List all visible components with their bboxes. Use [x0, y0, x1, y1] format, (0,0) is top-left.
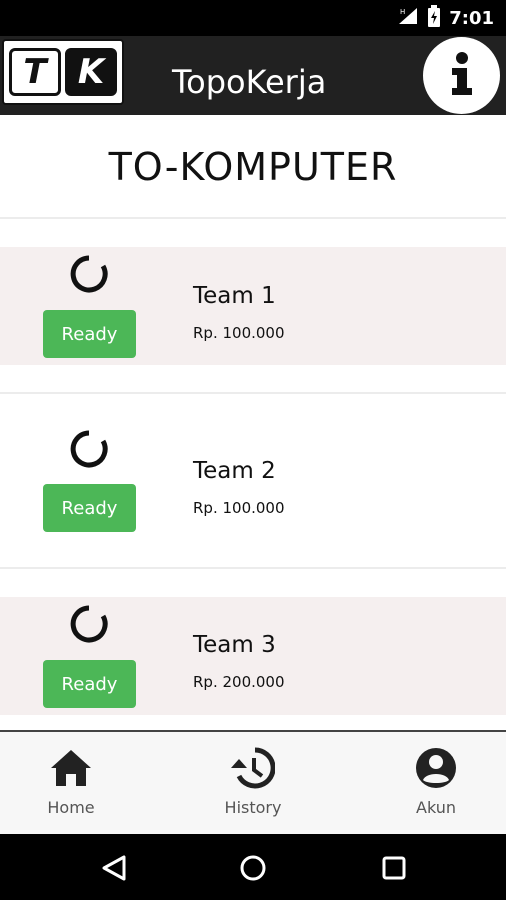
- recents-icon[interactable]: [378, 852, 410, 884]
- bottom-navigation: Home History Akun: [0, 730, 506, 834]
- status-time: 7:01: [449, 7, 494, 29]
- team-name: Team 1: [193, 283, 276, 309]
- home-circle-icon[interactable]: [237, 852, 269, 884]
- history-icon: [231, 746, 275, 790]
- divider: [0, 392, 506, 394]
- team-name: Team 3: [193, 632, 276, 658]
- nav-item-history[interactable]: History: [183, 732, 323, 834]
- loading-spinner-icon: [70, 605, 108, 643]
- nav-item-home[interactable]: Home: [1, 732, 141, 834]
- app-bar: T K TopoKerja: [0, 36, 506, 115]
- svg-text:H: H: [400, 8, 405, 16]
- ready-button[interactable]: Ready: [43, 660, 136, 708]
- nav-label: History: [224, 798, 282, 817]
- team-card-2[interactable]: Ready Team 2 Rp. 100.000: [0, 422, 506, 540]
- info-button[interactable]: [423, 37, 500, 114]
- divider: [0, 567, 506, 569]
- ready-button[interactable]: Ready: [43, 484, 136, 532]
- team-price: Rp. 100.000: [193, 324, 285, 342]
- ready-button[interactable]: Ready: [43, 310, 136, 358]
- loading-spinner-icon: [70, 255, 108, 293]
- account-circle-icon: [414, 746, 458, 790]
- team-name: Team 2: [193, 458, 276, 484]
- status-bar: H 7:01: [0, 0, 506, 36]
- signal-icon: H: [397, 6, 419, 30]
- logo-letter-k: K: [65, 48, 117, 96]
- logo-letter-t: T: [9, 48, 61, 96]
- nav-item-akun[interactable]: Akun: [366, 732, 506, 834]
- status-icons: H 7:01: [397, 5, 494, 31]
- app-logo: T K: [2, 39, 124, 105]
- nav-label: Home: [47, 798, 95, 817]
- team-card-1[interactable]: Ready Team 1 Rp. 100.000: [0, 247, 506, 365]
- loading-spinner-icon: [70, 430, 108, 468]
- info-icon: [447, 51, 477, 100]
- battery-icon: [427, 5, 441, 31]
- team-card-3[interactable]: Ready Team 3 Rp. 200.000: [0, 597, 506, 715]
- nav-label: Akun: [416, 798, 456, 817]
- system-navigation-bar: [0, 834, 506, 900]
- app-title: TopoKerja: [172, 63, 327, 101]
- home-icon: [49, 746, 93, 790]
- divider: [0, 217, 506, 219]
- team-price: Rp. 200.000: [193, 673, 285, 691]
- team-price: Rp. 100.000: [193, 499, 285, 517]
- back-icon[interactable]: [98, 852, 130, 884]
- page-title: TO-KOMPUTER: [108, 145, 398, 189]
